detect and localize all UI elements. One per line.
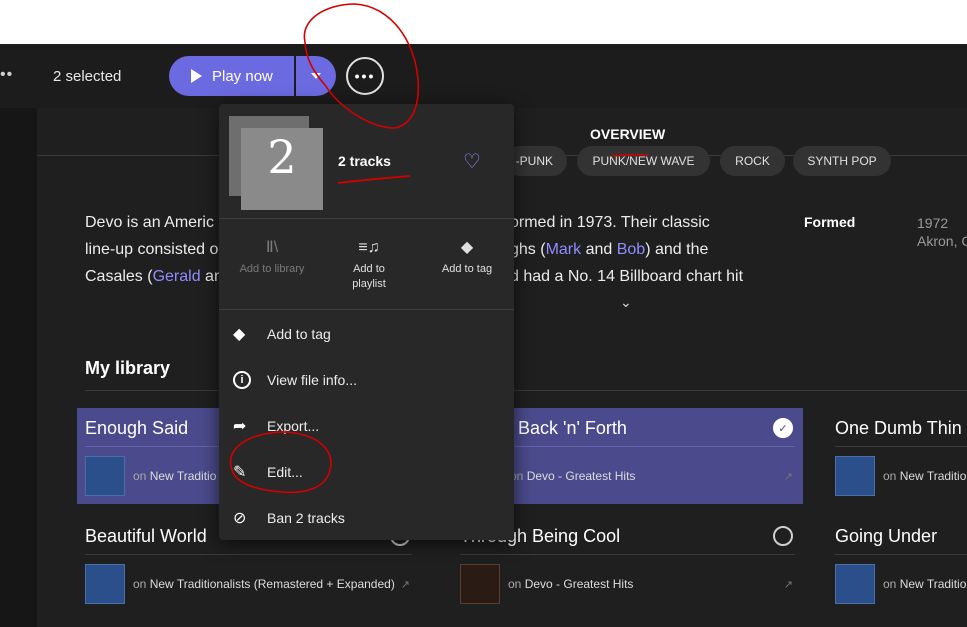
album-art-thumbnail: [85, 564, 125, 604]
track-card-divider: [468, 446, 795, 447]
formed-label: Formed: [804, 214, 856, 230]
selection-artwork: 2: [229, 116, 323, 210]
pin-icon[interactable]: ↗: [401, 578, 410, 591]
formed-value: 1972 Akron, C: [917, 215, 967, 249]
menu-item-view-file-info[interactable]: i View file info...: [233, 365, 503, 395]
bio-line: line-up consisted o: [85, 241, 219, 258]
menu-item-label: Ban 2 tracks: [267, 510, 345, 526]
add-to-library-action[interactable]: Ⅱ\ Add to library: [223, 240, 321, 277]
menu-item-label: Add to tag: [267, 326, 331, 342]
more-dots-icon: •••: [354, 68, 376, 84]
track-title: Enough Said: [85, 418, 189, 438]
left-panel-edge: [0, 108, 37, 627]
track-card-one-dumb-thing[interactable]: One Dumb Thin on New Traditio: [827, 408, 967, 504]
context-menu: 2 2 tracks ♡ Ⅱ\ Add to library ≡♫ Add to…: [219, 104, 514, 540]
menu-item-add-to-tag[interactable]: ◆ Add to tag: [233, 319, 503, 349]
action-label: Add to library: [239, 263, 305, 275]
track-album: on New Traditio: [883, 577, 967, 591]
tag-icon: ◆: [233, 326, 246, 343]
tab-overview[interactable]: OVERVIEW: [590, 126, 665, 142]
track-album: on New Traditio: [133, 469, 217, 483]
expand-bio-chevron-icon[interactable]: ⌄: [620, 294, 632, 311]
play-options-dropdown[interactable]: [296, 56, 336, 96]
library-divider: [85, 390, 967, 391]
menu-item-label: View file info...: [267, 372, 358, 388]
menu-item-ban[interactable]: ⊘ Ban 2 tracks: [233, 503, 503, 533]
track-title: One Dumb Thin: [835, 418, 962, 438]
playlist-add-icon: ≡♫: [358, 239, 380, 256]
heart-icon[interactable]: ♡: [463, 149, 481, 174]
menu-item-label: Edit...: [267, 464, 303, 480]
genre-chip[interactable]: SYNTH POP: [793, 146, 891, 176]
track-album: on New Traditionalists (Remastered + Exp…: [133, 577, 395, 591]
play-button-group: Play now: [169, 56, 336, 96]
album-art-thumbnail: [460, 564, 500, 604]
share-arrow-icon: ➦: [233, 418, 247, 435]
track-title: Going Under: [835, 526, 938, 546]
menu-item-export[interactable]: ➦ Export...: [233, 411, 503, 441]
info-icon: i: [233, 371, 251, 389]
track-title: Beautiful World: [85, 526, 207, 546]
tag-icon: ◆: [460, 239, 474, 256]
left-more-icon[interactable]: ••: [0, 66, 13, 84]
member-link-bob[interactable]: Bob: [617, 241, 645, 258]
track-card-divider: [835, 554, 967, 555]
selection-toolbar: [0, 44, 967, 108]
more-options-button[interactable]: •••: [346, 57, 384, 95]
album-art-thumbnail: [835, 564, 875, 604]
genre-chip[interactable]: ROCK: [720, 146, 785, 176]
track-album: on Devo - Greatest Hits: [510, 469, 636, 483]
pencil-icon: ✎: [233, 464, 247, 481]
track-album: on Devo - Greatest Hits: [508, 577, 634, 591]
action-label: Add to playlist: [352, 263, 386, 290]
menu-item-label: Export...: [267, 418, 320, 434]
menu-divider: [219, 218, 514, 219]
selected-count: 2 selected: [53, 68, 122, 85]
album-art-thumbnail: [835, 456, 875, 496]
track-card-divider: [835, 446, 967, 447]
menu-divider: [219, 309, 514, 310]
track-card-divider: [460, 554, 795, 555]
genre-chip[interactable]: -PUNK: [505, 146, 567, 176]
track-card-divider: [85, 554, 412, 555]
menu-item-edit[interactable]: ✎ Edit...: [233, 457, 503, 487]
bio-line: ormed in 1973. Their classic: [510, 214, 710, 231]
library-icon: Ⅱ\: [265, 239, 279, 256]
track-title: Back 'n' Forth: [518, 418, 627, 438]
my-library-heading: My library: [85, 358, 171, 378]
play-icon: [191, 69, 202, 83]
ban-icon: ⊘: [233, 510, 247, 527]
track-album: on New Traditio: [883, 469, 967, 483]
pin-icon[interactable]: ↗: [784, 470, 793, 483]
track-selected-check-icon[interactable]: ✓: [773, 418, 793, 438]
track-card-going-under[interactable]: Going Under on New Traditio: [827, 516, 967, 612]
track-select-circle-icon[interactable]: [773, 526, 793, 546]
add-to-playlist-action[interactable]: ≡♫ Add to playlist: [320, 240, 418, 292]
member-link-gerald[interactable]: Gerald: [153, 268, 201, 285]
pin-icon[interactable]: ↗: [784, 578, 793, 591]
menu-title: 2 tracks: [338, 153, 391, 169]
action-label: Add to tag: [441, 263, 493, 275]
artwork-count: 2: [267, 130, 297, 184]
member-link-mark[interactable]: Mark: [546, 241, 582, 258]
chevron-down-icon: [311, 73, 321, 79]
bio-line: d had a No. 14 Billboard chart hit: [510, 268, 744, 285]
top-white-band: [0, 0, 967, 44]
genre-chip[interactable]: PUNK/NEW WAVE: [577, 146, 710, 176]
play-now-button[interactable]: Play now: [169, 56, 294, 96]
bio-line: Devo is an Americ: [85, 214, 214, 231]
bio-line: ghs (Mark and Bob) and the: [510, 241, 709, 258]
play-now-label: Play now: [212, 67, 273, 85]
add-to-tag-action[interactable]: ◆ Add to tag: [418, 240, 516, 277]
bio-line: Casales (Gerald an: [85, 268, 223, 285]
album-art-thumbnail: [85, 456, 125, 496]
